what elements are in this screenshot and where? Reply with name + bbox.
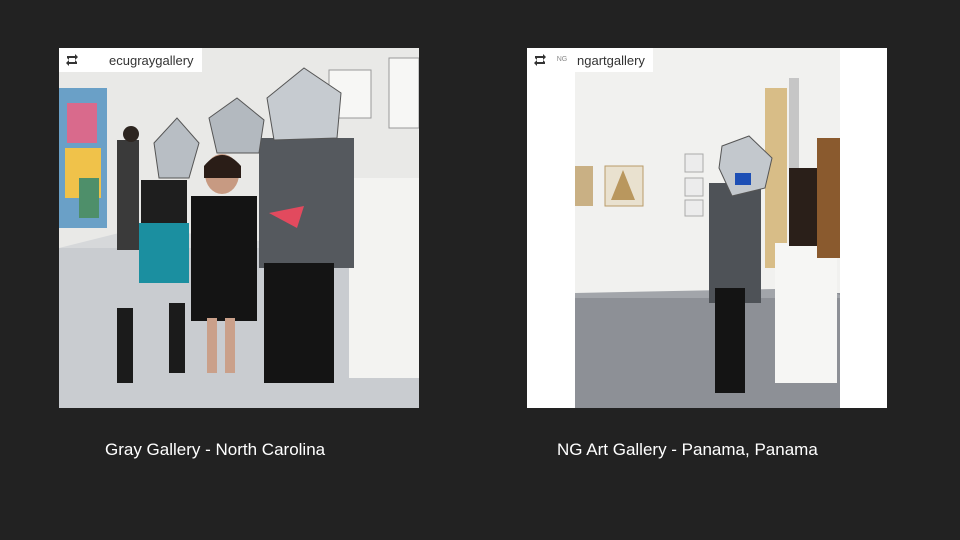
ng-art-gallery-scene <box>527 48 887 408</box>
gray-gallery-scene <box>59 48 419 408</box>
gallery-photo-ng-art-gallery[interactable]: NG ngartgallery <box>527 48 887 408</box>
caption-ng-art-gallery: NG Art Gallery - Panama, Panama <box>557 440 818 459</box>
repost-tag[interactable]: NG ngartgallery <box>527 48 653 72</box>
gallery-photo-gray-gallery[interactable]: ecugraygallery <box>59 48 419 408</box>
repost-icon <box>65 53 79 67</box>
account-name[interactable]: ngartgallery <box>577 53 645 68</box>
account-name[interactable]: ecugraygallery <box>109 53 194 68</box>
account-avatar: NG <box>556 56 568 63</box>
repost-tag[interactable]: ecugraygallery <box>59 48 202 72</box>
account-avatar <box>85 54 103 66</box>
caption-gray-gallery: Gray Gallery - North Carolina <box>105 440 326 459</box>
repost-icon <box>533 53 547 67</box>
